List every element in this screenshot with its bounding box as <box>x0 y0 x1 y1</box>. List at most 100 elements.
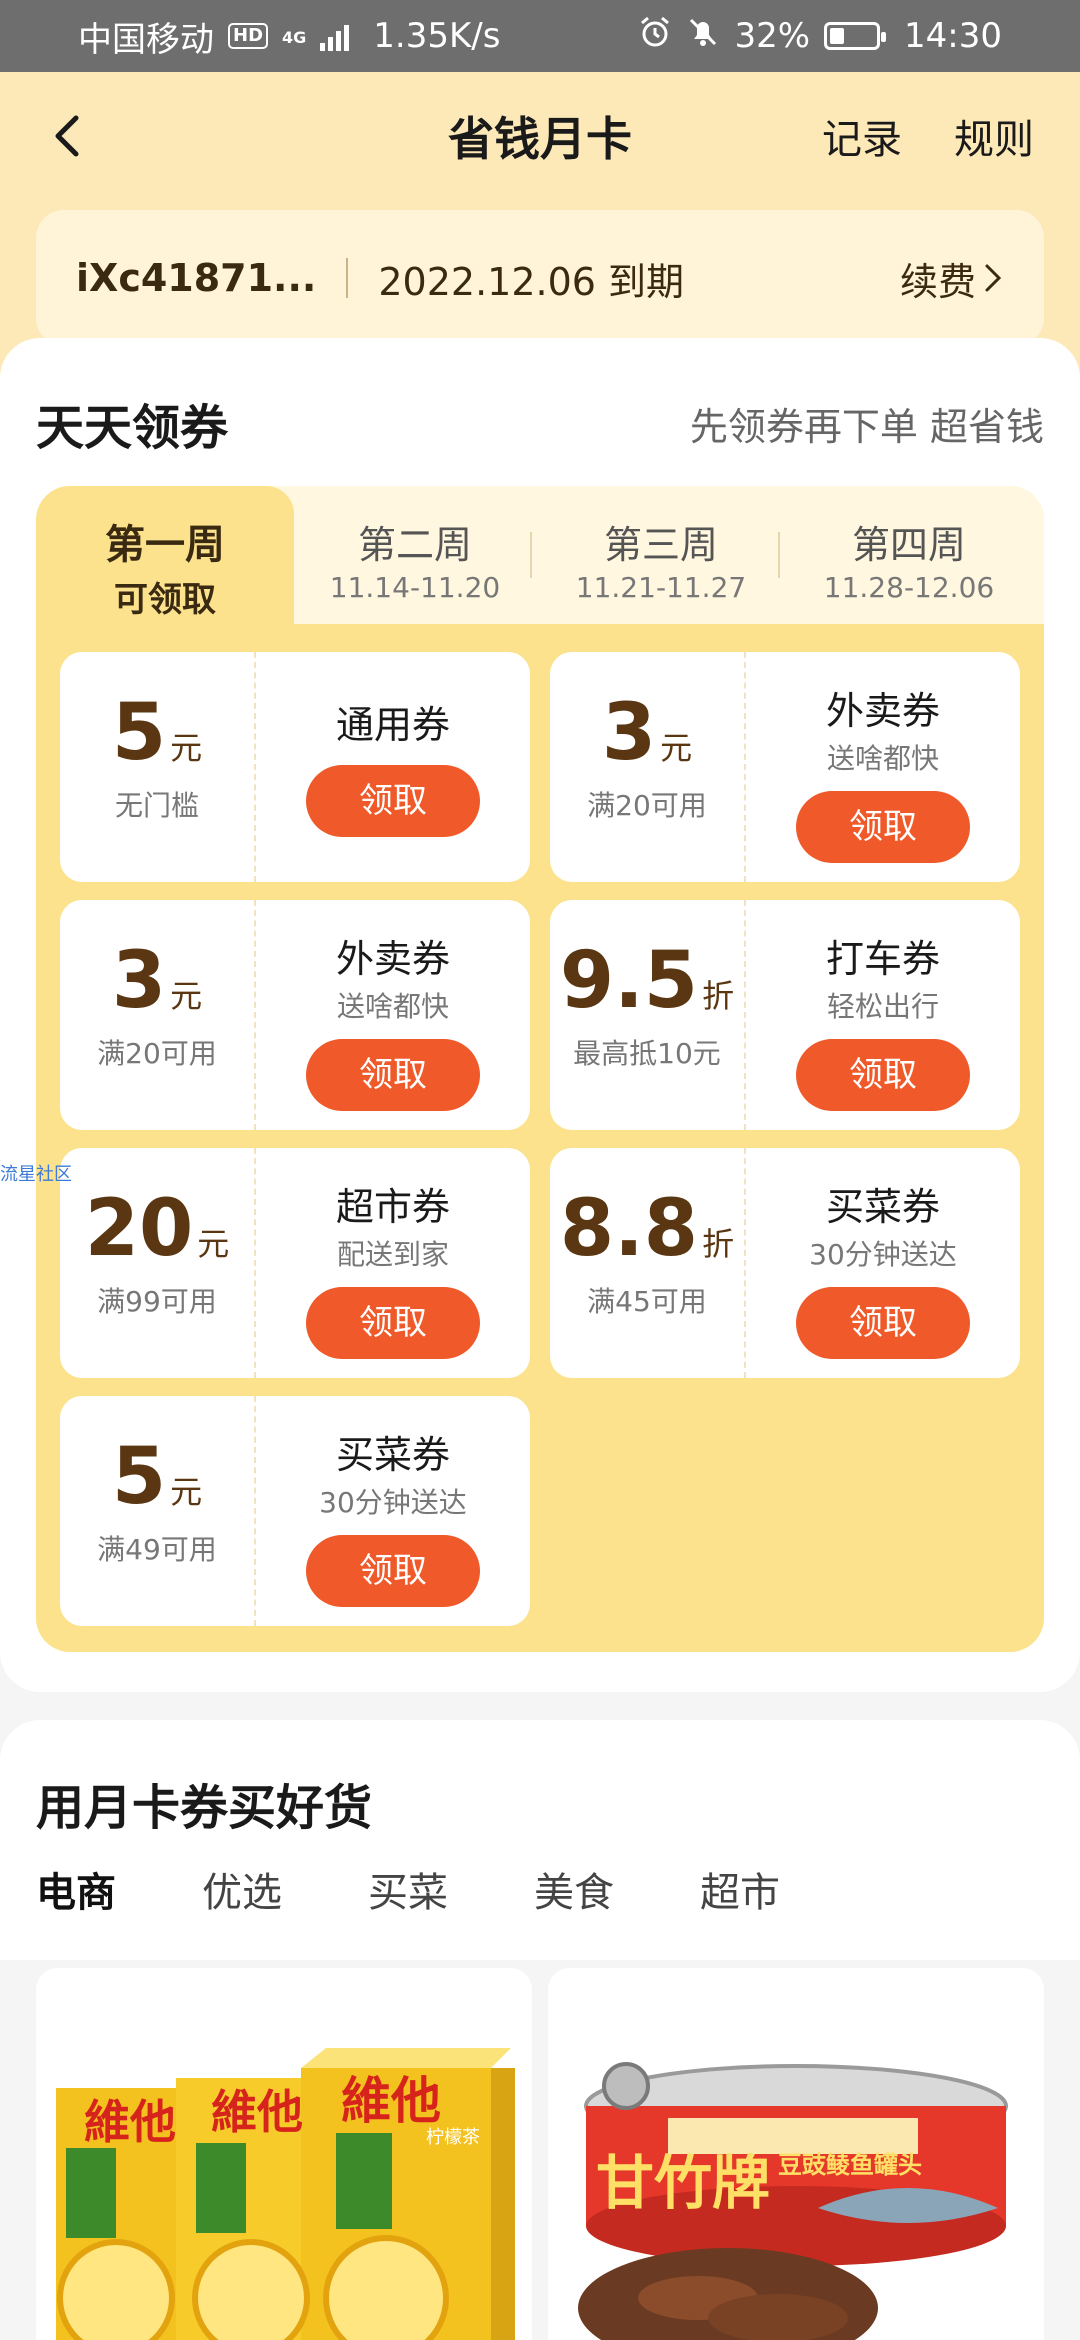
clock-time: 14:30 <box>904 16 1002 56</box>
coupon-unit: 元 <box>170 1473 203 1511</box>
coupon-unit: 元 <box>660 729 693 767</box>
coupon-card: 5 元无门槛 通用券领取 <box>60 652 530 882</box>
coupon-type: 买菜券 <box>335 1433 450 1477</box>
tab-food[interactable]: 美食 <box>534 1860 614 1918</box>
network-speed: 1.35K/s <box>373 16 501 56</box>
tab-grocery[interactable]: 买菜 <box>368 1860 448 1918</box>
coupon-condition: 满20可用 <box>587 789 707 822</box>
coupon-subtitle: 轻松出行 <box>826 990 939 1023</box>
coupon-amount: 5 <box>111 688 167 778</box>
coupon-type: 打车券 <box>825 937 940 981</box>
claim-button[interactable]: 领取 <box>306 1287 480 1359</box>
coupon-amount: 3 <box>111 936 167 1026</box>
tab-week-date: 11.21-11.27 <box>575 571 747 604</box>
claim-button[interactable]: 领取 <box>796 791 970 863</box>
coupon-condition: 满45可用 <box>587 1285 707 1318</box>
claim-button[interactable]: 领取 <box>306 765 480 837</box>
tab-ecommerce[interactable]: 电商 <box>36 1860 116 1920</box>
product-label-text: 豆豉鲮鱼罐头 <box>778 2151 922 2179</box>
coupon-unit: 元 <box>197 1225 230 1263</box>
claim-button[interactable]: 领取 <box>796 1287 970 1359</box>
chevron-left-icon <box>55 115 79 157</box>
canned-fish-product-image: 甘竹牌 豆豉鲮鱼罐头 <box>548 1968 1044 2340</box>
divider <box>346 258 349 298</box>
daily-coupon-section: 天天领券 先领券再下单 超省钱 第一周 可领取 第二周 11.14-11.20 … <box>0 338 1080 1692</box>
tab-week-2[interactable]: 第二周 11.14-11.20 <box>300 486 530 624</box>
network-type-label: 4G <box>282 27 307 47</box>
tab-week-date: 11.28-12.06 <box>823 571 995 604</box>
coupon-subtitle: 30分钟送达 <box>319 1486 467 1519</box>
coupon-subtitle: 配送到家 <box>336 1238 449 1271</box>
coupon-amount: 3 <box>601 688 657 778</box>
tab-divider <box>778 532 780 578</box>
product-card[interactable]: 維他 維他 維他 柠檬茶 <box>36 1968 532 2340</box>
alarm-icon <box>638 15 672 58</box>
coupon-unit: 元 <box>170 977 203 1015</box>
coupon-type: 外卖券 <box>335 937 450 981</box>
coupon-card: 3 元满20可用 外卖券送啥都快领取 <box>550 652 1020 882</box>
status-bar: 中国移动 HD 4G 1.35K/s 32% 14:30 <box>0 0 1080 72</box>
coupon-card: 3 元满20可用 外卖券 送啥都快 领取 <box>60 900 530 1130</box>
coupon-condition: 满99可用 <box>97 1285 217 1318</box>
signal-icon <box>320 21 350 51</box>
coupon-condition: 满20可用 <box>97 1037 217 1070</box>
product-card[interactable]: 甘竹牌 豆豉鲮鱼罐头 <box>548 1968 1044 2340</box>
coupon-card: 8.8 折满45可用 买菜券 30分钟送达领取 <box>550 1148 1020 1378</box>
coupon-amount: 5 <box>111 1432 167 1522</box>
coupon-type: 通用券 <box>335 703 450 747</box>
carrier-label: 中国移动 <box>78 19 214 60</box>
coupon-unit: 折 <box>702 977 735 1015</box>
battery-icon <box>824 22 887 50</box>
nav-bar: 省钱月卡 记录 规则 <box>0 72 1080 200</box>
records-link[interactable]: 记录 <box>822 107 902 165</box>
coupon-condition: 无门槛 <box>114 789 199 822</box>
coupon-amount: 20 <box>84 1184 194 1274</box>
product-flavor-text: 柠檬茶 <box>426 2127 480 2148</box>
section-subtitle: 先领券再下单 超省钱 <box>689 405 1044 449</box>
product-brand-text: 維他 <box>84 2095 176 2149</box>
coupon-type: 超市券 <box>335 1185 450 1229</box>
user-id: iXc41871... <box>76 256 317 300</box>
coupon-unit: 折 <box>702 1225 735 1263</box>
back-button[interactable] <box>40 108 96 164</box>
coupon-type: 外卖券 <box>825 689 940 733</box>
claim-button[interactable]: 领取 <box>306 1039 480 1111</box>
tab-week-3[interactable]: 第三周 11.21-11.27 <box>546 486 776 624</box>
coupon-unit: 元 <box>170 729 203 767</box>
tab-preferred[interactable]: 优选 <box>202 1860 282 1918</box>
coupon-subtitle: 30分钟送达 <box>809 1238 957 1271</box>
tab-week-name: 第二周 <box>357 523 472 567</box>
tab-week-name: 第四周 <box>851 523 966 567</box>
coupon-amount: 9.5 <box>559 936 699 1026</box>
renew-button[interactable]: 续费 <box>900 251 1004 306</box>
membership-bar: iXc41871... 2022.12.06 到期 续费 <box>36 210 1044 346</box>
expiry-date: 2022.12.06 到期 <box>378 259 685 304</box>
category-tabs: 电商 优选 买菜 美食 超市 <box>36 1860 780 1920</box>
coupon-card: 20 元满99可用 超市券配送到家领取 <box>60 1148 530 1378</box>
coupon-card: 5 元满49可用 买菜券 30分钟送达领取 <box>60 1396 530 1626</box>
mute-icon <box>686 15 720 58</box>
section-title: 天天领券 <box>36 400 229 456</box>
product-brand-text: 維他 <box>211 2085 303 2139</box>
tab-week-name: 第三周 <box>603 523 718 567</box>
chevron-right-icon <box>985 264 1002 292</box>
rules-link[interactable]: 规则 <box>954 107 1034 165</box>
tab-supermarket[interactable]: 超市 <box>700 1860 780 1918</box>
coupon-type: 买菜券 <box>825 1185 940 1229</box>
product-brand-text: 維他 <box>341 2072 441 2130</box>
claim-button[interactable]: 领取 <box>796 1039 970 1111</box>
coupon-card: 9.5 折最高抵10元 打车券 轻松出行 领取 <box>550 900 1020 1130</box>
hd-icon: HD <box>228 23 269 49</box>
coupon-subtitle: 送啥都快 <box>826 742 939 775</box>
coupon-amount: 8.8 <box>559 1184 699 1274</box>
tab-week-1[interactable]: 第一周 可领取 <box>36 486 294 624</box>
product-brand-text: 甘竹牌 <box>596 2149 770 2217</box>
battery-percent: 32% <box>734 16 811 56</box>
tab-week-4[interactable]: 第四周 11.28-12.06 <box>794 486 1024 624</box>
week-tabs: 第一周 可领取 第二周 11.14-11.20 第三周 11.21-11.27 … <box>36 486 1044 624</box>
lemon-tea-product-image: 維他 維他 維他 柠檬茶 <box>36 1968 532 2340</box>
claim-button[interactable]: 领取 <box>306 1535 480 1607</box>
section-title: 用月卡券买好货 <box>36 1780 373 1836</box>
coupon-condition: 满49可用 <box>97 1533 217 1566</box>
week-coupon-panel: 第一周 可领取 第二周 11.14-11.20 第三周 11.21-11.27 … <box>36 486 1044 1652</box>
